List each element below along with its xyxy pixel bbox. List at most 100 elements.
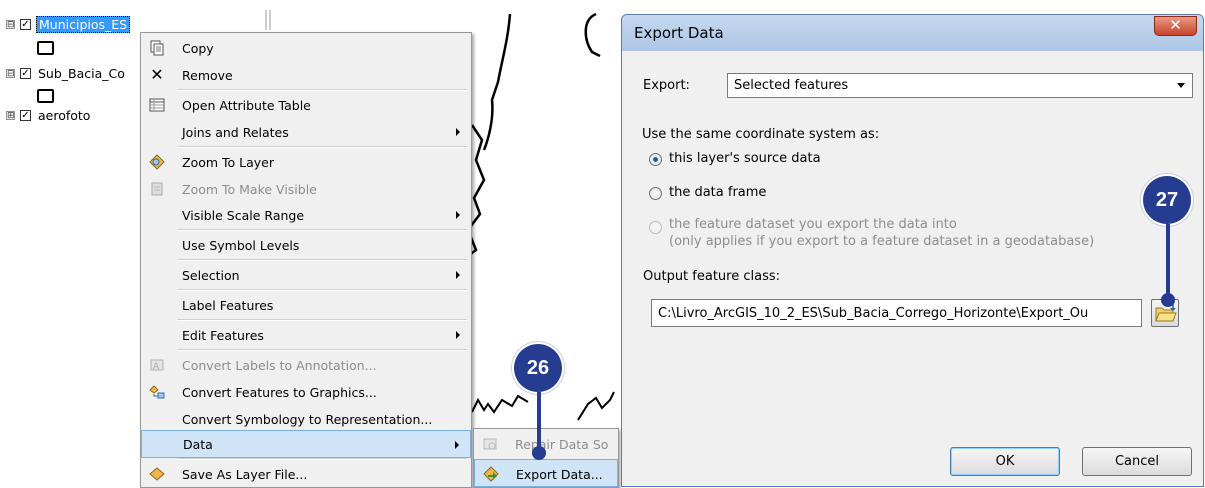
menu-item-label: Open Attribute Table (182, 97, 311, 113)
menu-item-label: Joins and Relates (182, 124, 289, 140)
callout-pointer-line (537, 392, 541, 448)
output-feature-class-label: Output feature class: (643, 269, 781, 284)
polygon-symbol-icon (37, 89, 54, 103)
callout-pointer-dot (532, 446, 546, 460)
menu-item-copy[interactable]: Copy (141, 34, 471, 62)
menu-item-label: Data (183, 436, 213, 452)
dialog-content: Export: Selected features Use the same c… (629, 51, 1196, 481)
export-dropdown-value: Selected features (734, 78, 849, 93)
menu-item-label: Edit Features (182, 327, 264, 343)
submenu-arrow-icon (456, 211, 460, 219)
menu-item-label: Convert Symbology to Representation... (182, 411, 433, 427)
menu-item-label: Selection (182, 267, 240, 283)
export-data-icon (482, 465, 500, 483)
radio-source-data[interactable] (649, 153, 662, 166)
menu-item-label: Convert Labels to Annotation... (182, 357, 377, 373)
boundary-line (471, 394, 529, 414)
toc-layer-aerofoto[interactable]: ⊞ ✓ aerofoto (6, 106, 92, 124)
menu-item-zoom-to-layer[interactable]: Zoom To Layer (141, 148, 471, 176)
submenu-arrow-icon (456, 128, 460, 136)
menu-item-save-as-layer-file[interactable]: Save As Layer File... (141, 460, 471, 488)
chevron-down-icon (1177, 83, 1185, 88)
menu-item-label: Visible Scale Range (182, 207, 305, 223)
menu-item-data[interactable]: Data (141, 430, 471, 458)
zoom-to-layer-icon (149, 154, 165, 170)
layer-name[interactable]: aerofoto (36, 108, 92, 123)
menu-item-edit-features[interactable]: Edit Features (141, 321, 471, 349)
layer-visibility-checkbox[interactable]: ✓ (20, 18, 31, 30)
menu-item-label-features[interactable]: Label Features (141, 291, 471, 319)
cancel-button[interactable]: Cancel (1082, 447, 1192, 476)
radio-feature-dataset (649, 221, 662, 234)
submenu-arrow-icon (456, 271, 460, 279)
layer-visibility-checkbox[interactable]: ✓ (20, 109, 31, 121)
svg-text:A: A (153, 362, 160, 372)
callout-pointer-line (1166, 224, 1170, 296)
save-layer-file-icon (149, 466, 165, 482)
menu-item-selection[interactable]: Selection (141, 261, 471, 289)
remove-icon: ✕ (150, 65, 164, 84)
submenu-arrow-icon (456, 331, 460, 339)
close-icon: ✕ (1169, 16, 1182, 34)
callout-pointer-dot (1161, 293, 1175, 307)
layer-context-menu: Copy ✕ Remove Open Attribute Table Joins… (140, 32, 472, 488)
menu-item-label: Label Features (182, 297, 274, 313)
expand-icon[interactable]: ⊞ (6, 110, 15, 120)
menu-item-convert-symbology[interactable]: Convert Symbology to Representation... (141, 405, 471, 433)
output-feature-class-value: C:\Livro_ArcGIS_10_2_ES\Sub_Bacia_Correg… (658, 306, 1089, 321)
submenu-item-label: Export Data... (516, 467, 603, 482)
menu-item-convert-features[interactable]: Convert Features to Graphics... (141, 378, 471, 406)
menu-item-label: Copy (182, 40, 214, 56)
menu-item-label: Zoom To Make Visible (182, 181, 317, 197)
radio-data-frame[interactable] (649, 187, 662, 200)
submenu-item-export-data[interactable]: Export Data... (474, 459, 618, 487)
dialog-titlebar[interactable]: Export Data ✕ (622, 15, 1203, 51)
dialog-title: Export Data (634, 24, 724, 42)
layer-name[interactable]: Sub_Bacia_Co (36, 66, 127, 81)
convert-features-icon (149, 384, 165, 400)
convert-labels-icon: A (149, 357, 165, 373)
radio-source-data-label[interactable]: this layer's source data (669, 151, 821, 166)
layer-visibility-checkbox[interactable]: ✓ (20, 67, 31, 79)
radio-feature-dataset-note: (only applies if you export to a feature… (669, 234, 1095, 249)
repair-data-source-icon (481, 435, 499, 453)
layer-name[interactable]: Municipios_ES (36, 15, 131, 33)
coordinate-system-heading: Use the same coordinate system as: (642, 127, 880, 142)
menu-item-label: Convert Features to Graphics... (182, 384, 377, 400)
zoom-to-make-visible-icon (149, 181, 165, 197)
menu-item-visible-scale-range[interactable]: Visible Scale Range (141, 201, 471, 229)
submenu-item-label: Repair Data So (515, 437, 609, 452)
step-callout-26: 26 (514, 344, 562, 392)
menu-item-label: Remove (182, 67, 233, 83)
close-button[interactable]: ✕ (1154, 16, 1197, 36)
attribute-table-icon (149, 97, 165, 113)
toc-layer-municipios[interactable]: ⊟ ✓ Municipios_ES (6, 15, 131, 33)
step-callout-27: 27 (1143, 176, 1191, 224)
data-submenu: Repair Data So Export Data... (473, 428, 619, 488)
boundary-line (584, 12, 601, 58)
export-label: Export: (643, 78, 690, 93)
menu-item-convert-labels[interactable]: A Convert Labels to Annotation... (141, 351, 471, 379)
output-feature-class-input[interactable]: C:\Livro_ArcGIS_10_2_ES\Sub_Bacia_Correg… (651, 299, 1142, 327)
export-dropdown[interactable]: Selected features (727, 73, 1193, 98)
radio-data-frame-label[interactable]: the data frame (669, 185, 766, 200)
menu-item-remove[interactable]: ✕ Remove (141, 61, 471, 89)
export-data-dialog: Export Data ✕ Export: Selected features … (621, 14, 1204, 487)
boundary-line (577, 391, 615, 421)
menu-item-use-symbol-levels[interactable]: Use Symbol Levels (141, 231, 471, 259)
radio-feature-dataset-label: the feature dataset you export the data … (669, 217, 957, 232)
polygon-symbol-icon (37, 41, 54, 55)
menu-item-zoom-to-make-visible[interactable]: Zoom To Make Visible (141, 175, 471, 203)
ok-button[interactable]: OK (950, 447, 1060, 476)
collapse-icon[interactable]: ⊟ (6, 68, 15, 78)
boundary-line (482, 13, 512, 151)
copy-icon (149, 40, 165, 56)
collapse-icon[interactable]: ⊟ (6, 19, 15, 29)
menu-item-open-attribute-table[interactable]: Open Attribute Table (141, 91, 471, 119)
menu-item-label: Zoom To Layer (182, 154, 274, 170)
submenu-item-repair-data-source[interactable]: Repair Data So (474, 430, 618, 458)
toc-layer-sub-bacia[interactable]: ⊟ ✓ Sub_Bacia_Co (6, 64, 127, 82)
menu-item-label: Use Symbol Levels (182, 237, 300, 253)
menu-item-joins-relates[interactable]: Joins and Relates (141, 118, 471, 146)
submenu-arrow-icon (455, 441, 459, 449)
